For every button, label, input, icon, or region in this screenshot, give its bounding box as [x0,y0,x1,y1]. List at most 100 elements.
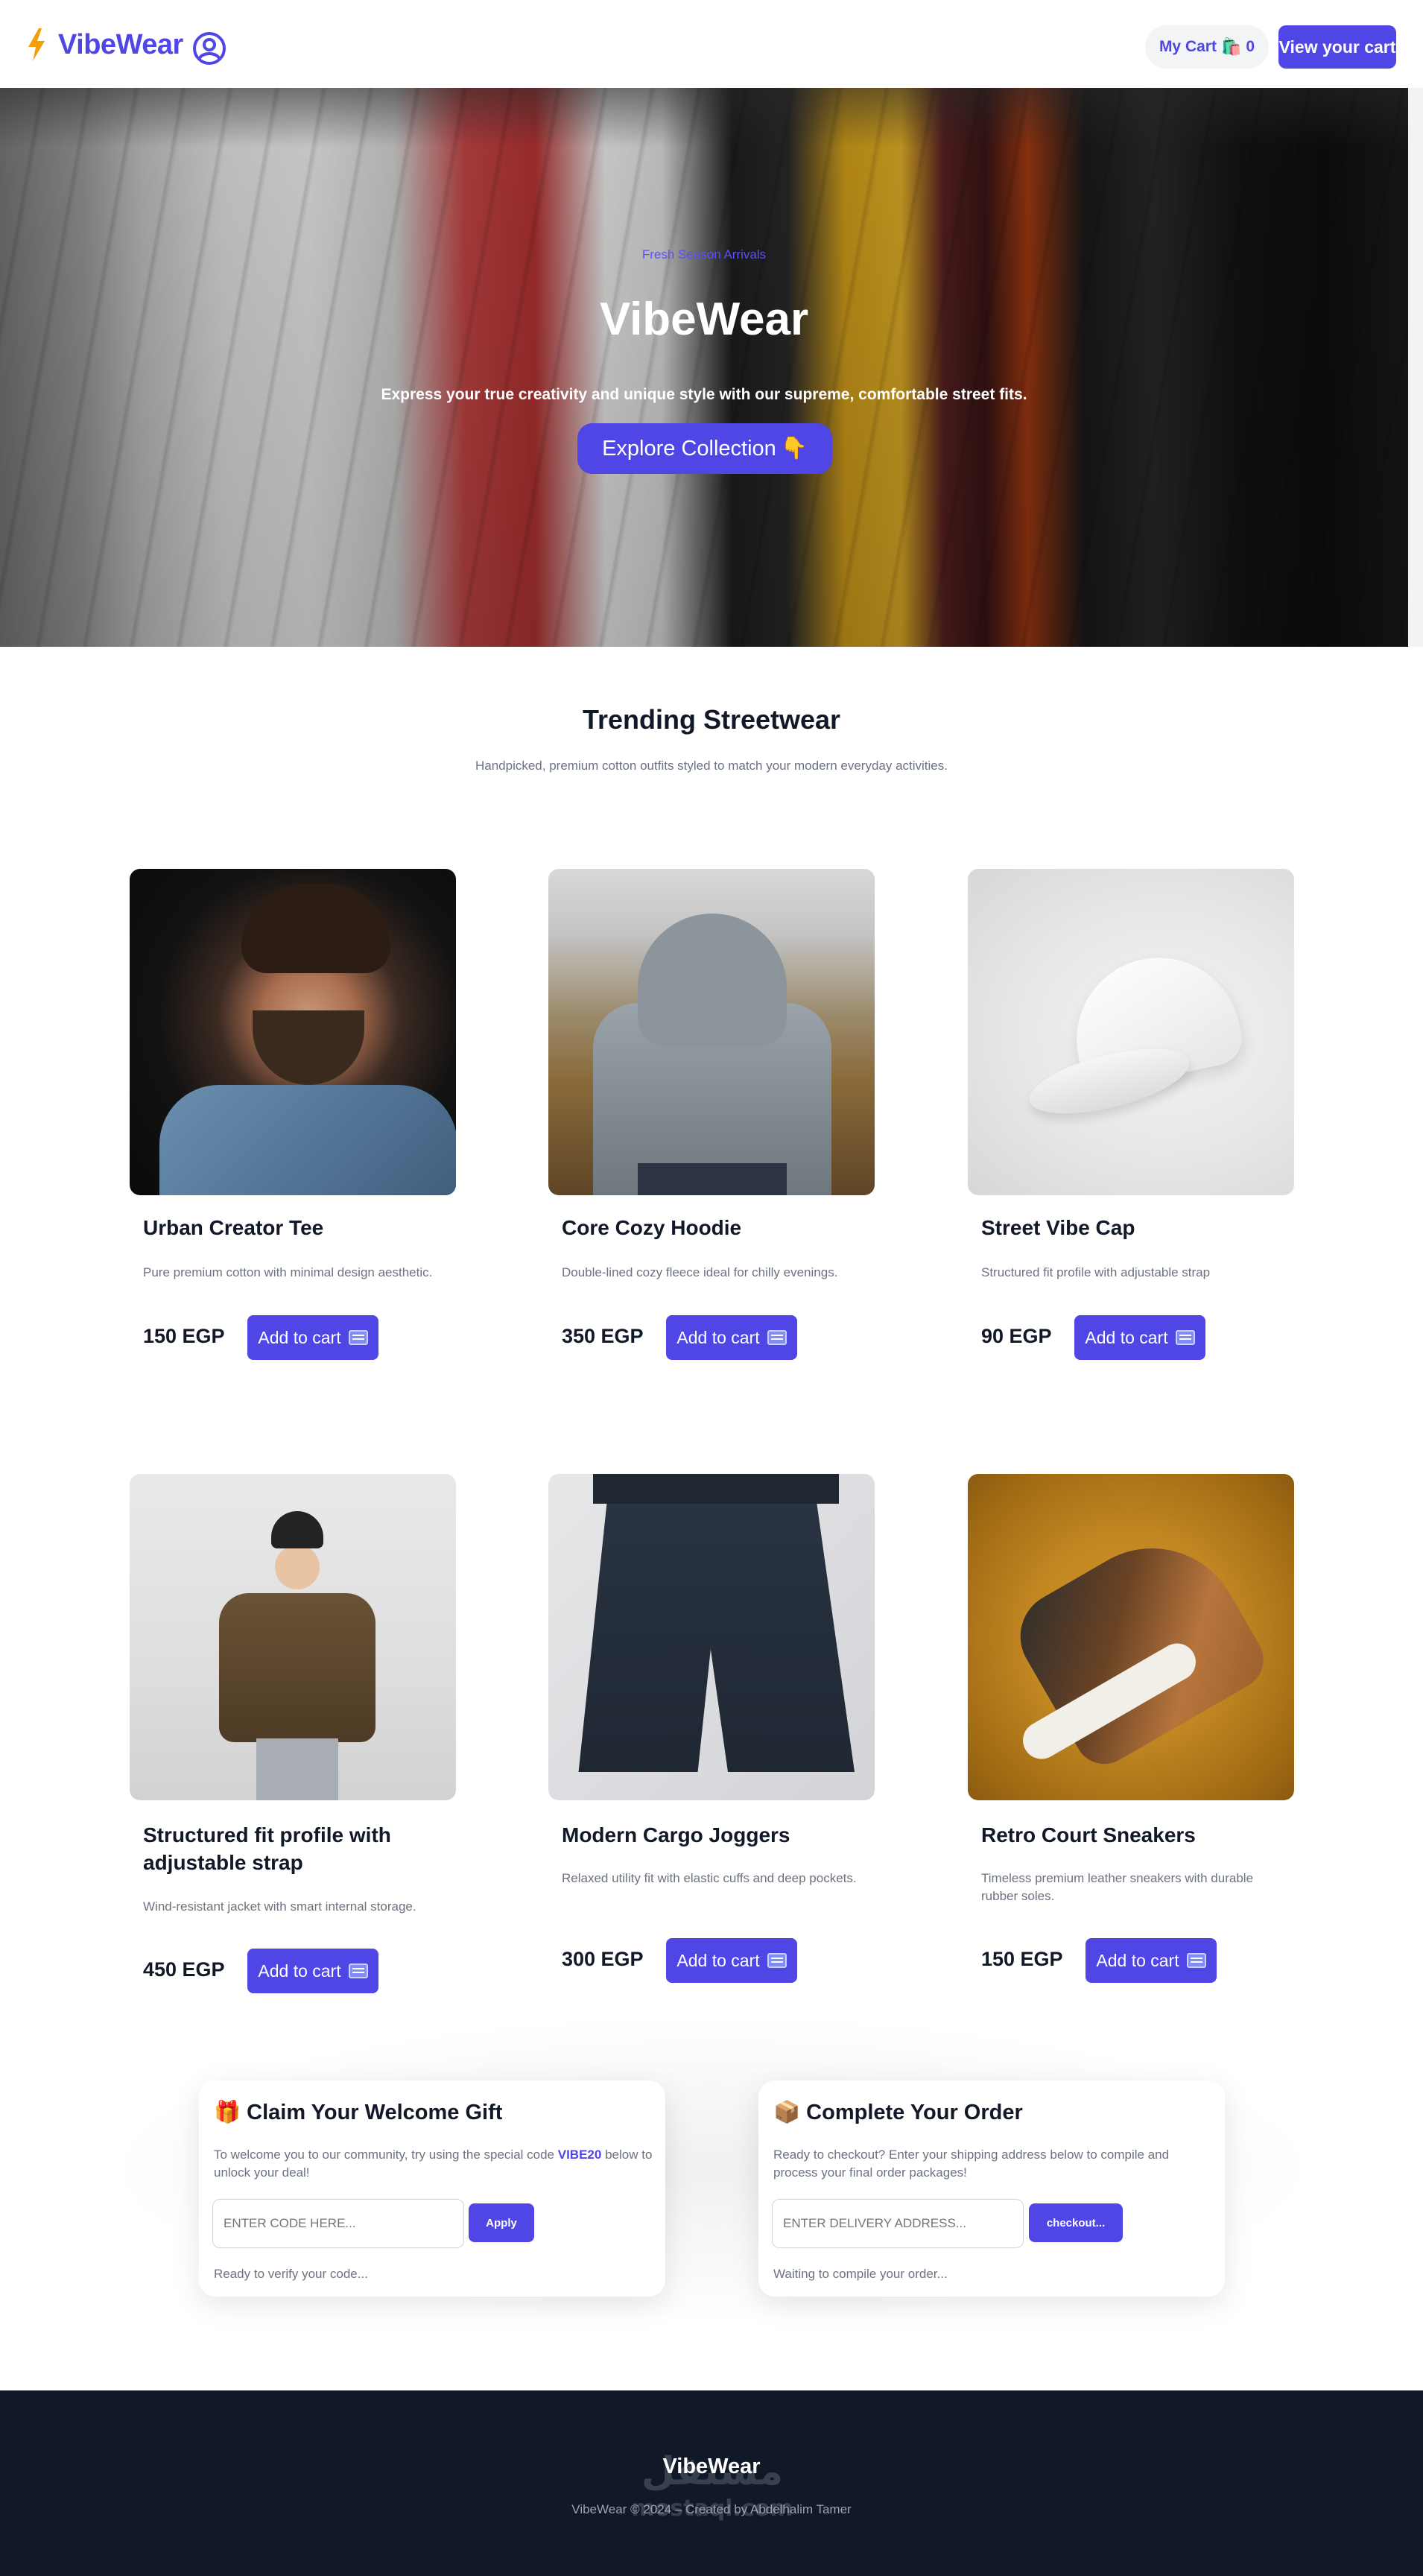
product-price: 300 EGP [562,1948,644,1970]
explore-collection-button[interactable]: Explore Collection 👇 [577,423,832,474]
add-to-cart-label: Add to cart [1096,1950,1179,1970]
hair-shape [241,884,390,973]
jacket-shape [219,1593,375,1742]
legs-shape [256,1738,338,1800]
brand-logo[interactable]: VibeWear [27,28,183,61]
welcome-gift-title: 🎁 Claim Your Welcome Gift [214,2100,502,2125]
trending-title: Trending Streetwear [582,704,841,735]
explore-collection-label: Explore Collection [602,436,776,461]
product-description: Timeless premium leather sneakers with d… [981,1871,1254,1903]
page-edge [1408,88,1423,647]
complete-order-text: Ready to checkout? Enter your shipping a… [773,2148,1170,2180]
product-card-retro-court-sneakers[interactable]: Retro Court Sneakers Timeless premium le… [968,1474,1296,1996]
product-card-urban-creator-tee[interactable]: Urban Creator Tee Pure premium cotton wi… [130,869,457,1376]
complete-order-card: 📦 Complete Your Order Ready to checkout?… [758,2080,1225,2297]
add-to-cart-label: Add to cart [676,1950,760,1970]
package-icon: 📦 [773,2101,801,2124]
product-card-core-cozy-hoodie[interactable]: Core Cozy Hoodie Double-lined cozy fleec… [548,869,876,1376]
site-header: VibeWear My Cart 🛍️ 0 View your cart [0,0,1423,88]
product-description: Wind-resistant jacket with smart interna… [143,1899,416,1914]
cart-icon [348,1330,368,1345]
cart-icon [767,1330,787,1345]
cart-icon [1186,1953,1206,1968]
right-leg-shape [688,1496,855,1772]
add-to-cart-label: Add to cart [258,1327,341,1347]
welcome-gift-text-before: To welcome you to our community, try usi… [214,2148,555,2162]
add-to-cart-label: Add to cart [1085,1327,1168,1347]
product-description: Structured fit profile with adjustable s… [981,1265,1211,1279]
product-price: 90 EGP [981,1325,1052,1347]
product-card-jacket[interactable]: Structured fit profile with adjustable s… [130,1474,457,1996]
hero-subtitle: Express your true creativity and unique … [381,386,1027,403]
product-image[interactable] [548,1474,875,1800]
hero-banner: Fresh Season Arrivals VibeWear Express y… [0,88,1408,647]
product-description: Relaxed utility fit with elastic cuffs a… [562,1871,857,1885]
product-price: 450 EGP [143,1958,225,1981]
cart-icon [348,1963,368,1978]
site-footer: مستقل mostaql.com VibeWear VibeWear © 20… [0,2390,1423,2576]
hoodie-hood-shape [638,914,787,1048]
welcome-gift-card: 🎁 Claim Your Welcome Gift To welcome you… [199,2080,665,2297]
add-to-cart-label: Add to cart [258,1961,341,1981]
add-to-cart-button[interactable]: Add to cart [666,1938,797,1983]
face-shape [275,1545,320,1589]
promo-status: Ready to verify your code... [214,2267,368,2281]
hero-content: Fresh Season Arrivals VibeWear Express y… [0,88,1408,647]
product-card-street-vibe-cap[interactable]: Street Vibe Cap Structured fit profile w… [968,869,1296,1376]
product-price: 350 EGP [562,1325,644,1347]
product-name: Core Cozy Hoodie [562,1216,742,1239]
product-name: Urban Creator Tee [143,1216,324,1239]
product-image[interactable] [968,869,1294,1195]
footer-brand: VibeWear [662,2455,761,2478]
waistband-shape [593,1474,839,1504]
shopping-bags-icon: 🛍️ [1220,37,1242,56]
beard-shape [253,1010,364,1085]
product-description: Double-lined cozy fleece ideal for chill… [562,1265,838,1279]
cart-label: My Cart [1159,38,1217,55]
product-price: 150 EGP [981,1948,1063,1970]
product-image[interactable] [130,869,456,1195]
product-price: 150 EGP [143,1325,225,1347]
footer-copyright: VibeWear © 2024 – Created by Abdelhalim … [571,2502,852,2516]
add-to-cart-label: Add to cart [676,1327,760,1347]
add-to-cart-button[interactable]: Add to cart [1086,1938,1217,1983]
shirt-shape [159,1085,456,1195]
product-image[interactable] [968,1474,1294,1800]
brand-name: VibeWear [58,28,183,60]
lightning-bolt-icon [28,28,45,61]
jeans-shape [638,1163,787,1195]
add-to-cart-button[interactable]: Add to cart [1074,1315,1205,1360]
promo-section: 🎁 Claim Your Welcome Gift To welcome you… [0,2012,1423,2384]
order-status: Waiting to compile your order... [773,2267,948,2281]
cart-icon [767,1953,787,1968]
product-image[interactable] [548,869,875,1195]
cart-icon [1175,1330,1195,1345]
product-name: Structured fit profile with adjustable s… [143,1823,391,1874]
product-description: Pure premium cotton with minimal design … [143,1265,433,1279]
gift-icon: 🎁 [214,2101,241,2124]
complete-order-title: 📦 Complete Your Order [773,2100,1023,2125]
add-to-cart-button[interactable]: Add to cart [666,1315,797,1360]
complete-order-title-text: Complete Your Order [806,2101,1023,2124]
trending-subtitle: Handpicked, premium cotton outfits style… [475,759,948,773]
add-to-cart-button[interactable]: Add to cart [247,1949,378,1993]
cart-count: 0 [1246,38,1255,55]
delivery-address-input[interactable] [772,2199,1024,2248]
product-card-modern-cargo-joggers[interactable]: Modern Cargo Joggers Relaxed utility fit… [548,1474,876,1996]
pointing-down-icon: 👇 [780,437,808,461]
view-cart-button[interactable]: View your cart [1278,25,1396,69]
apply-code-button[interactable]: Apply [469,2203,534,2242]
product-image[interactable] [130,1474,456,1800]
product-name: Retro Court Sneakers [981,1823,1196,1846]
hero-title: VibeWear [599,294,809,345]
promo-code: VIBE20 [557,2148,602,2162]
welcome-gift-title-text: Claim Your Welcome Gift [247,2101,503,2124]
promo-code-input[interactable] [212,2199,464,2248]
checkout-button[interactable]: checkout... [1029,2203,1123,2242]
welcome-gift-text: To welcome you to our community, try usi… [214,2146,653,2182]
product-name: Street Vibe Cap [981,1216,1135,1239]
product-name: Modern Cargo Joggers [562,1823,790,1846]
add-to-cart-button[interactable]: Add to cart [247,1315,378,1360]
user-account-icon[interactable] [192,31,226,66]
my-cart-indicator[interactable]: My Cart 🛍️ 0 [1145,25,1269,69]
